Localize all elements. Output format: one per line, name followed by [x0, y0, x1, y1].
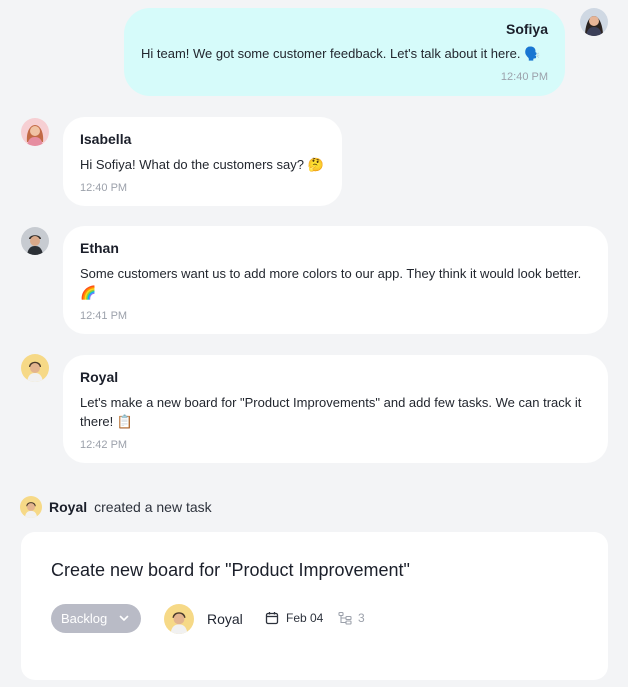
assignee-avatar-image [164, 604, 194, 634]
message-author: Ethan [80, 240, 119, 256]
message-author: Sofiya [505, 21, 548, 37]
due-date-label: Feb 04 [286, 611, 324, 625]
avatar-ethan-image [21, 227, 49, 255]
message-time: 12:40 PM [80, 182, 128, 194]
avatar-royal-small-image [20, 496, 42, 518]
message-text: Let's make a new board for "Product Impr… [80, 395, 582, 429]
chevron-down-icon [119, 615, 129, 621]
activity-line: Royal created a new task [20, 496, 212, 518]
message-author: Royal [80, 369, 119, 385]
task-assignee[interactable]: Royal [164, 604, 243, 634]
status-dropdown[interactable]: Backlog [51, 604, 141, 633]
avatar-sofiya-image [580, 8, 608, 36]
assignee-avatar [164, 604, 194, 634]
message-royal: Royal Let's make a new board for "Produc… [63, 355, 608, 463]
avatar-royal-image [21, 354, 49, 382]
task-title[interactable]: Create new board for "Product Improvemen… [51, 560, 410, 581]
subtask-icon [338, 611, 352, 625]
message-time: 12:42 PM [80, 439, 128, 451]
status-label: Backlog [61, 611, 108, 626]
task-card[interactable]: Create new board for "Product Improvemen… [21, 532, 608, 680]
activity-user[interactable]: Royal [49, 499, 87, 515]
message-isabella: Isabella Hi Sofiya! What do the customer… [63, 117, 342, 206]
message-text: Hi Sofiya! What do the customers say? 🤔 [80, 157, 324, 172]
message-sofiya: Sofiya Hi team! We got some customer fee… [124, 8, 565, 96]
assignee-name: Royal [207, 611, 243, 627]
task-due-date[interactable]: Feb 04 [265, 611, 323, 625]
task-subtasks[interactable]: 3 [338, 611, 365, 625]
message-time: 12:40 PM [500, 71, 548, 83]
avatar-ethan[interactable] [21, 227, 49, 255]
message-ethan: Ethan Some customers want us to add more… [63, 226, 608, 334]
message-author: Isabella [80, 131, 132, 147]
avatar-sofiya[interactable] [580, 8, 608, 36]
message-text: Hi team! We got some customer feedback. … [141, 46, 541, 61]
subtask-count: 3 [358, 611, 365, 625]
calendar-icon [265, 612, 279, 625]
avatar-isabella[interactable] [21, 118, 49, 146]
avatar-royal-small[interactable] [20, 496, 42, 518]
activity-action: created a new task [94, 499, 212, 515]
avatar-royal[interactable] [21, 354, 49, 382]
message-text: Some customers want us to add more color… [80, 266, 582, 300]
avatar-isabella-image [21, 118, 49, 146]
message-time: 12:41 PM [80, 310, 128, 322]
